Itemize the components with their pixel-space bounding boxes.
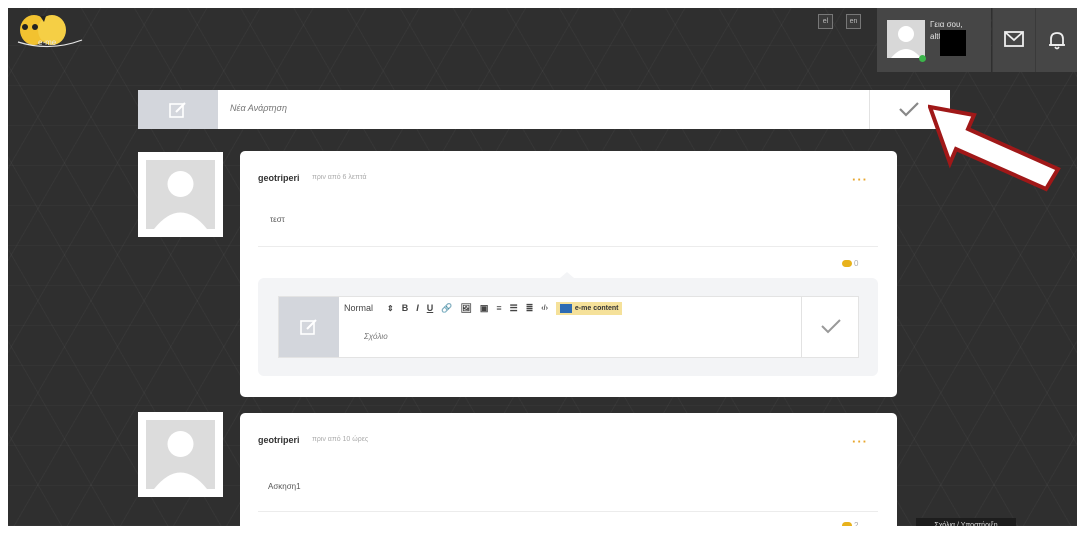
italic-button[interactable]: I: [416, 303, 419, 313]
post-author[interactable]: geotriperi: [258, 173, 300, 183]
post-author-avatar[interactable]: [138, 412, 223, 497]
comments-count[interactable]: 0: [842, 259, 858, 268]
user-avatar: [887, 20, 925, 58]
comments-count-value: 2: [854, 521, 859, 526]
link-button[interactable]: 🔗: [441, 303, 452, 314]
post-time: πριν από 10 ώρες: [312, 436, 369, 443]
notifications-button[interactable]: [1035, 8, 1077, 72]
eme-content-button[interactable]: e-me content: [555, 301, 623, 315]
comment-bubble-icon: [842, 260, 852, 268]
post-card: geotriperi πριν από 10 ώρες ··· Ασκηση1 …: [240, 413, 897, 526]
user-menu[interactable]: Γεια σου, alt0: [877, 8, 991, 72]
editor-toolbar: Normal ⇕ B I U 🔗 🖼 ▣ ≡ ☰ ≣ ‹/› e-me cont…: [344, 301, 623, 315]
redacted-block: [940, 30, 966, 56]
bell-icon: [1049, 32, 1065, 50]
online-status-dot: [919, 55, 926, 62]
messages-button[interactable]: [992, 8, 1035, 72]
post-author-avatar[interactable]: [138, 152, 223, 237]
post-author[interactable]: geotriperi: [258, 435, 300, 445]
ordered-list-button[interactable]: ☰: [510, 303, 518, 314]
format-select[interactable]: Normal: [344, 303, 373, 313]
new-post-edit-box: [138, 90, 218, 129]
comment-bubble-icon: [842, 522, 852, 526]
video-button[interactable]: ▣: [480, 303, 489, 314]
post-text: τεστ: [270, 215, 285, 224]
edit-icon: [300, 319, 317, 335]
post-menu-button[interactable]: ···: [852, 435, 868, 448]
comments-count-value: 0: [854, 259, 859, 268]
annotation-arrow-icon: [928, 104, 1061, 192]
envelope-icon: [1004, 31, 1024, 47]
app-frame: e-me el en Γεια σου, alt0 Νέα Ανάρτηση g…: [8, 8, 1077, 526]
checkmark-icon: [899, 102, 919, 117]
align-button[interactable]: ≡: [496, 303, 501, 313]
eme-content-icon: [559, 303, 572, 313]
checkmark-icon: [821, 319, 841, 334]
reply-caret: [560, 272, 574, 278]
post-menu-button[interactable]: ···: [852, 173, 868, 186]
eme-content-label: e-me content: [574, 304, 619, 312]
bullet-list-button[interactable]: ≣: [526, 303, 534, 314]
comment-edit-box: [279, 297, 339, 357]
svg-text:e-me: e-me: [38, 38, 57, 47]
comment-editor: Normal ⇕ B I U 🔗 🖼 ▣ ≡ ☰ ≣ ‹/› e-me cont…: [278, 296, 859, 358]
comment-input[interactable]: [364, 332, 764, 341]
post-text: Ασκηση1: [268, 482, 301, 491]
underline-button[interactable]: U: [427, 303, 434, 313]
image-button[interactable]: 🖼: [460, 303, 471, 314]
code-button[interactable]: ‹/›: [541, 305, 548, 312]
post-card: geotriperi πριν από 6 λεπτά ··· τεστ 0 N…: [240, 151, 897, 397]
lang-en-button[interactable]: en: [846, 14, 861, 29]
top-bar: e-me el en Γεια σου, alt0: [8, 8, 1077, 72]
comments-count[interactable]: 2: [842, 521, 858, 526]
format-select-arrows-icon[interactable]: ⇕: [387, 304, 394, 313]
lang-el-button[interactable]: el: [818, 14, 833, 29]
bold-button[interactable]: B: [402, 303, 409, 313]
divider: [258, 246, 878, 247]
edit-icon: [169, 102, 186, 118]
user-greeting: Γεια σου,: [930, 20, 963, 29]
post-time: πριν από 6 λεπτά: [312, 174, 367, 181]
new-post-bar: [138, 90, 950, 129]
support-tooltip[interactable]: Σχόλια / Υποστήριξη: [916, 518, 1016, 526]
new-post-input[interactable]: [230, 103, 850, 113]
divider: [258, 511, 878, 512]
reply-area: Normal ⇕ B I U 🔗 🖼 ▣ ≡ ☰ ≣ ‹/› e-me cont…: [258, 272, 878, 376]
e-me-logo[interactable]: e-me: [14, 12, 86, 52]
comment-submit-button[interactable]: [802, 297, 858, 357]
